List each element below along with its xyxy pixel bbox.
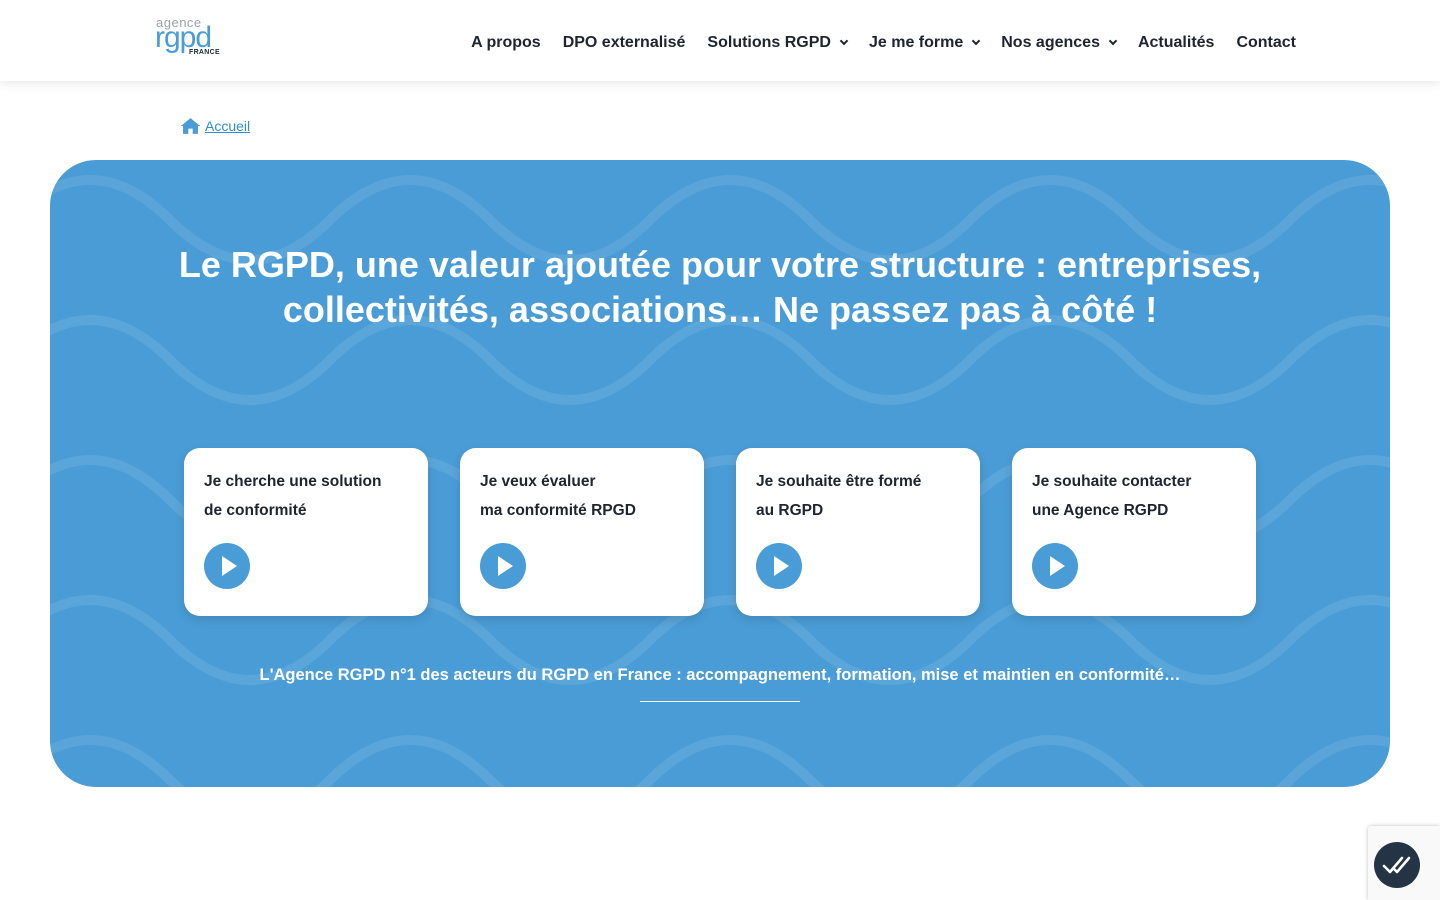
hero-title: Le RGPD, une valeur ajoutée pour votre s… <box>178 244 1262 330</box>
double-check-icon <box>1382 856 1411 874</box>
card-solution-conformite[interactable]: Je cherche une solution de conformité <box>184 448 428 616</box>
card-line: Je souhaite être formé <box>756 473 922 490</box>
main-navigation: A propos DPO externalisé Solutions RGPD … <box>471 34 1296 52</box>
nav-item-contact[interactable]: Contact <box>1236 34 1296 52</box>
chevron-down-icon <box>1108 36 1118 46</box>
card-line: une Agence RGPD <box>1032 502 1169 519</box>
nav-label: Actualités <box>1137 34 1215 51</box>
card-line: ma conformité RPGD <box>480 502 636 519</box>
hero-banner: Le RGPD, une valeur ajoutée pour votre s… <box>50 160 1390 787</box>
card-text: Je veux évaluer ma conformité RPGD <box>480 467 690 525</box>
logo-france-text: FRANCE <box>189 49 220 56</box>
nav-item-je-me-forme[interactable]: Je me forme <box>868 34 981 52</box>
card-text: Je cherche une solution de conformité <box>204 467 414 525</box>
chevron-down-icon <box>972 36 981 46</box>
card-text: Je souhaite contacter une Agence RGPD <box>1032 467 1242 525</box>
nav-item-nos-agences[interactable]: Nos agences <box>1001 34 1118 52</box>
play-icon[interactable] <box>756 543 802 589</box>
card-etre-forme[interactable]: Je souhaite être formé au RGPD <box>736 448 980 616</box>
play-icon[interactable] <box>480 543 526 589</box>
card-line: Je souhaite contacter <box>1032 473 1192 490</box>
nav-label: Je me forme <box>868 34 964 51</box>
card-contacter-agence[interactable]: Je souhaite contacter une Agence RGPD <box>1012 448 1256 616</box>
nav-item-actualites[interactable]: Actualités <box>1138 34 1214 52</box>
cookie-consent-button[interactable] <box>1374 842 1420 888</box>
agence-rgpd-logo[interactable]: agence rgpd FRANCE <box>155 15 225 59</box>
nav-label: Contact <box>1236 34 1296 51</box>
nav-label: DPO externalisé <box>562 34 686 51</box>
breadcrumb-home-link[interactable]: Accueil <box>205 118 250 134</box>
tagline-divider <box>640 701 800 702</box>
nav-label: Solutions RGPD <box>707 34 831 51</box>
site-header: agence rgpd FRANCE A propos DPO external… <box>0 0 1440 81</box>
card-line: au RGPD <box>756 502 824 519</box>
card-line: Je cherche une solution <box>204 473 382 490</box>
nav-item-dpo-externalise[interactable]: DPO externalisé <box>563 34 686 52</box>
card-line: de conformité <box>204 502 307 519</box>
nav-item-solutions-rgpd[interactable]: Solutions RGPD <box>707 34 849 52</box>
home-icon <box>180 118 201 134</box>
card-text: Je souhaite être formé au RGPD <box>756 467 966 525</box>
chevron-down-icon <box>839 36 849 46</box>
breadcrumb: Accueil <box>180 117 250 135</box>
nav-label: Nos agences <box>1001 34 1100 51</box>
hero-tagline: L'Agence RGPD n°1 des acteurs du RGPD en… <box>259 666 1181 684</box>
nav-label: A propos <box>471 34 541 51</box>
nav-item-a-propos[interactable]: A propos <box>471 34 541 52</box>
card-line: Je veux évaluer <box>480 473 596 490</box>
card-evaluer-conformite[interactable]: Je veux évaluer ma conformité RPGD <box>460 448 704 616</box>
play-icon[interactable] <box>204 543 250 589</box>
play-icon[interactable] <box>1032 543 1078 589</box>
